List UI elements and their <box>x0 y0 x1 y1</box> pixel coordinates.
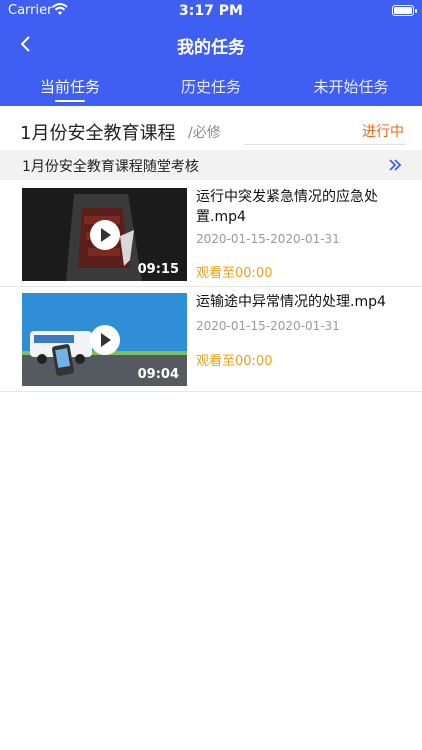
play-icon[interactable] <box>90 220 120 250</box>
video-thumbnail[interactable]: 09:15 <box>22 188 187 281</box>
video-item[interactable]: 09:04 运输途中异常情况的处理.mp4 2020-01-15-2020-01… <box>0 287 422 392</box>
tab-active-indicator <box>55 100 85 102</box>
battery-icon <box>392 5 417 16</box>
video-title: 运行中突发紧急情况的应急处置.mp4 <box>196 189 378 225</box>
tab-history-tasks[interactable]: 历史任务 <box>141 76 281 97</box>
page-title: 我的任务 <box>177 38 245 58</box>
assessment-label: 1月份安全教育课程随堂考核 <box>22 159 199 175</box>
header: Carrier 3:17 PM 我的任务 当前任务 历史任务 未开始任务 <box>0 0 422 106</box>
video-dates: 2020-01-15-2020-01-31 <box>196 232 340 246</box>
video-title: 运输途中异常情况的处理.mp4 <box>196 294 386 310</box>
status-time: 3:17 PM <box>179 3 243 19</box>
course-type: /必修 <box>188 125 221 141</box>
double-chevron-right-icon[interactable] <box>388 158 402 172</box>
status-badge: 进行中 <box>362 124 404 140</box>
video-dates: 2020-01-15-2020-01-31 <box>196 319 340 333</box>
video-item[interactable]: 09:15 运行中突发紧急情况的应急处置.mp4 2020-01-15-2020… <box>0 182 422 287</box>
tab-not-started-tasks[interactable]: 未开始任务 <box>281 76 421 97</box>
tab-bar: 当前任务 历史任务 未开始任务 <box>0 72 422 106</box>
video-watch-progress: 观看至00:00 <box>196 354 273 369</box>
video-duration: 09:04 <box>137 367 179 382</box>
status-bar: Carrier 3:17 PM <box>0 0 422 24</box>
divider <box>244 144 406 145</box>
assessment-row[interactable]: 1月份安全教育课程随堂考核 <box>0 150 422 180</box>
play-icon[interactable] <box>90 325 120 355</box>
course-name: 1月份安全教育课程 <box>20 123 176 144</box>
video-watch-progress: 观看至00:00 <box>196 266 273 281</box>
tab-current-tasks[interactable]: 当前任务 <box>0 76 140 97</box>
video-thumbnail[interactable]: 09:04 <box>22 293 187 386</box>
course-row[interactable]: 1月份安全教育课程 /必修 进行中 <box>0 106 422 150</box>
video-duration: 09:15 <box>137 262 179 277</box>
